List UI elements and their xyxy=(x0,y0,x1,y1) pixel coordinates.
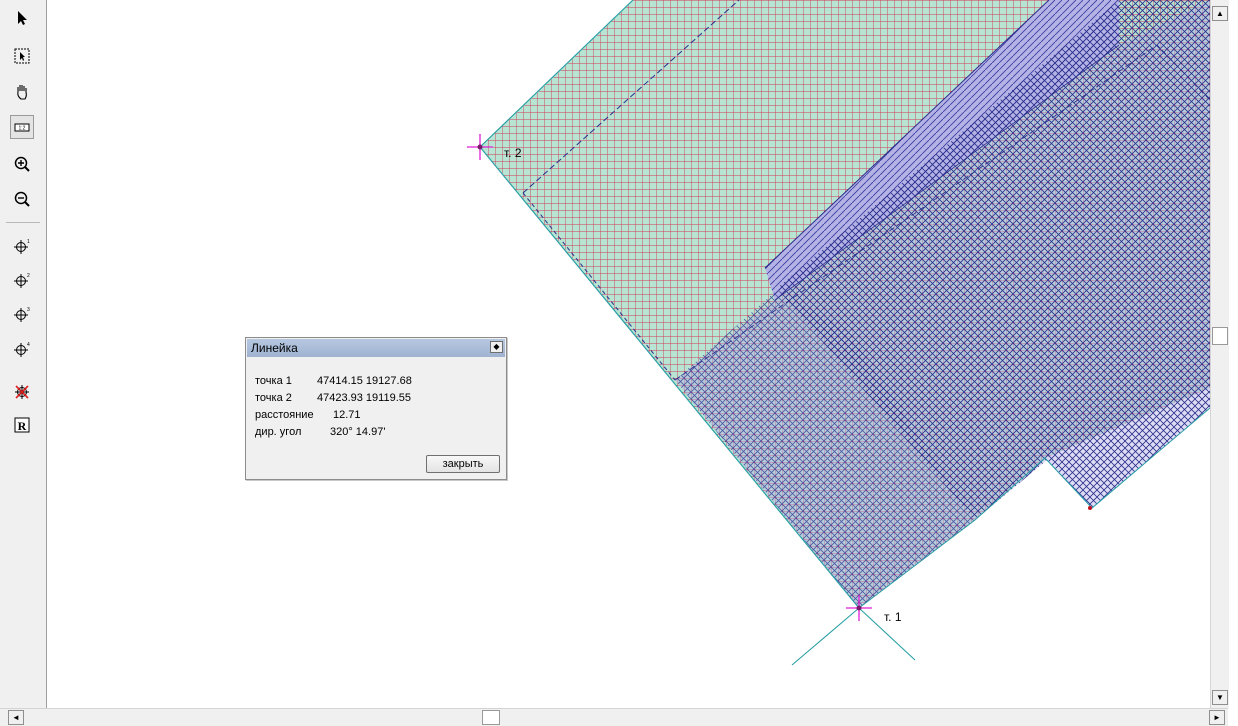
select-rect-icon[interactable] xyxy=(10,44,34,68)
point-1-row-value: 47414.15 19127.68 xyxy=(317,375,412,387)
dialog-title[interactable]: Линейка xyxy=(247,339,505,357)
svg-text:1: 1 xyxy=(27,239,30,245)
ruler-icon[interactable]: 1:2 xyxy=(10,115,34,139)
svg-text:1:2: 1:2 xyxy=(19,126,26,132)
horizontal-scrollbar[interactable]: ◄ ► xyxy=(0,708,1228,726)
svg-text:2: 2 xyxy=(27,273,30,279)
vertex-dot xyxy=(1088,506,1092,510)
pan-hand-icon[interactable] xyxy=(10,80,34,104)
scroll-left-button[interactable]: ◄ xyxy=(8,710,24,725)
r-icon[interactable]: R xyxy=(10,413,34,437)
distance-row-label: расстояние xyxy=(255,409,314,421)
direction-angle-row-label: дир. угол xyxy=(255,426,302,438)
horizontal-scroll-thumb[interactable] xyxy=(482,710,500,725)
point-1-icon[interactable]: 1 xyxy=(10,234,34,258)
svg-text:3: 3 xyxy=(27,307,30,313)
point-2-icon[interactable]: 2 xyxy=(10,268,34,292)
point-2-label: т. 2 xyxy=(504,146,522,160)
tool-palette: 1:2 1 2 3 4 R xyxy=(0,0,47,708)
direction-angle-row-value: 320° 14.97' xyxy=(330,426,386,438)
svg-text:4: 4 xyxy=(27,342,30,348)
point-2-row-value: 47423.93 19119.55 xyxy=(317,392,411,404)
map-drawing xyxy=(467,0,1210,666)
vertical-scroll-thumb[interactable] xyxy=(1212,327,1228,345)
distance-row-value: 12.71 xyxy=(333,409,361,421)
collapse-icon[interactable]: ◆ xyxy=(490,341,503,353)
zoom-in-icon[interactable] xyxy=(10,152,34,176)
point-2-row-label: точка 2 xyxy=(255,392,292,404)
ruler-dialog[interactable]: Линейка ◆ точка 1 47414.15 19127.68 точк… xyxy=(245,337,507,480)
point-3-icon[interactable]: 3 xyxy=(10,302,34,326)
svg-text:R: R xyxy=(18,419,27,433)
delete-points-icon[interactable] xyxy=(10,380,34,404)
point-4-icon[interactable]: 4 xyxy=(10,337,34,361)
close-button[interactable]: закрыть xyxy=(426,455,500,473)
scroll-up-button[interactable]: ▲ xyxy=(1212,6,1228,21)
vertical-scrollbar[interactable]: ▲ ▼ xyxy=(1210,0,1229,708)
scroll-down-button[interactable]: ▼ xyxy=(1212,690,1228,705)
select-arrow-icon[interactable] xyxy=(10,6,34,30)
zoom-out-icon[interactable] xyxy=(10,187,34,211)
map-canvas[interactable]: т. 2 т. 1 xyxy=(47,0,1210,708)
scroll-right-button[interactable]: ► xyxy=(1209,710,1225,725)
point-1-label: т. 1 xyxy=(884,610,902,624)
point-1-row-label: точка 1 xyxy=(255,375,292,387)
